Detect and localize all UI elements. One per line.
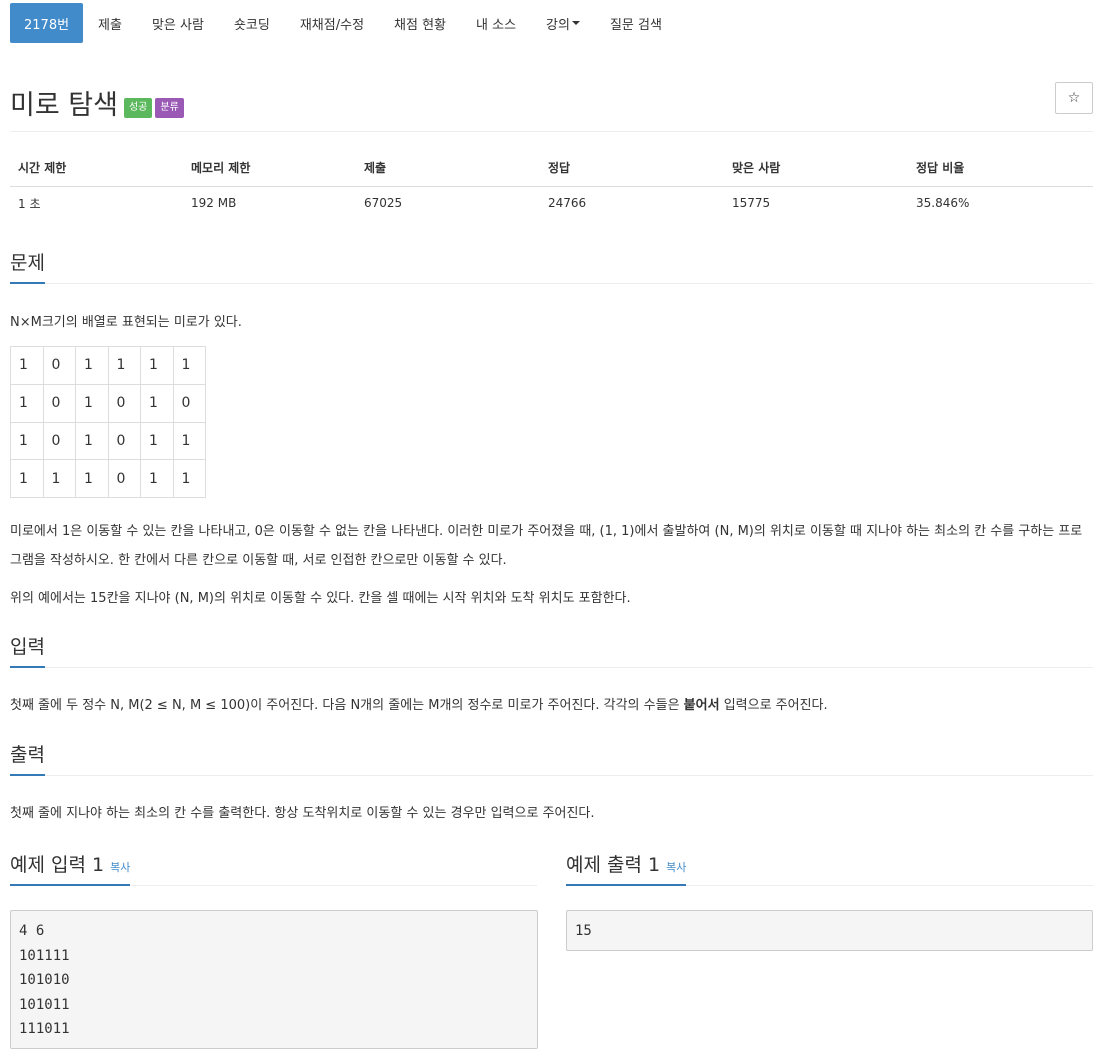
input-text-bold: 붙어서 (683, 698, 720, 713)
maze-cell: 1 (75, 421, 109, 461)
maze-row: 101010 (10, 383, 206, 423)
copy-sample-input-button[interactable]: 복사 (110, 861, 130, 874)
maze-cell: 1 (107, 346, 141, 385)
maze-cell: 0 (107, 459, 141, 498)
problem-menu: 2178번 제출 맞은 사람 숏코딩 재채점/수정 채점 현황 내 소스 강의 … (10, 3, 677, 43)
problem-section-header: 문제 (10, 244, 1093, 284)
maze-cell: 0 (42, 383, 76, 423)
nav-rejudge[interactable]: 재채점/수정 (285, 3, 379, 43)
sample-output-header: 예제 출력 1 복사 (566, 846, 1093, 886)
header-solved-users: 맞은 사람 (724, 150, 908, 187)
maze-cell: 1 (10, 383, 44, 423)
header-accept-ratio: 정답 비율 (908, 150, 1093, 187)
input-text: 입력으로 주어진다. (719, 698, 828, 713)
star-icon: ☆ (1067, 90, 1081, 106)
nav-label: 맞은 사람 (151, 17, 204, 33)
problem-title: 미로 탐색 성공 분류 (10, 83, 184, 122)
section-title: 입력 (10, 632, 45, 668)
input-description: 첫째 줄에 두 정수 N, M(2 ≤ N, M ≤ 100)이 주어진다. 다… (10, 691, 1093, 720)
time-limit-value: 1 초 (18, 196, 41, 211)
nav-label: 2178번 (24, 17, 70, 33)
nav-label: 숏코딩 (233, 17, 270, 33)
nav-my-source[interactable]: 내 소스 (461, 3, 531, 43)
copy-sample-output-button[interactable]: 복사 (666, 861, 686, 874)
maze-example-table: 101111101010101011111011 (10, 346, 206, 498)
maze-row: 101111 (10, 346, 206, 385)
nav-question-search[interactable]: 질문 검색 (595, 3, 677, 43)
maze-cell: 1 (172, 421, 206, 461)
nav-label: 내 소스 (476, 17, 517, 33)
maze-cell: 1 (10, 459, 44, 498)
maze-cell: 1 (75, 346, 109, 385)
maze-cell: 1 (140, 383, 174, 423)
nav-label: 채점 현황 (394, 17, 447, 33)
maze-cell: 1 (10, 421, 44, 461)
maze-cell: 0 (172, 383, 206, 423)
nav-problem-number[interactable]: 2178번 (10, 3, 84, 43)
maze-cell: 0 (42, 346, 76, 385)
maze-cell: 1 (140, 421, 174, 461)
problem-intro: N×M크기의 배열로 표현되는 미로가 있다. (10, 315, 242, 330)
maze-cell: 0 (42, 421, 76, 461)
sample-output-box[interactable]: 15 (566, 910, 1093, 951)
output-section-header: 출력 (10, 736, 1093, 776)
maze-cell: 1 (75, 383, 109, 423)
section-title: 출력 (10, 740, 45, 776)
maze-row: 101011 (10, 421, 206, 461)
sample-input-header: 예제 입력 1 복사 (10, 846, 537, 886)
header-accepted: 정답 (540, 150, 724, 187)
nav-solved-users[interactable]: 맞은 사람 (137, 3, 219, 43)
problem-description: 미로에서 1은 이동할 수 있는 칸을 나타내고, 0은 이동할 수 없는 칸을… (10, 524, 1083, 568)
nav-lecture-dropdown[interactable]: 강의 (531, 3, 595, 43)
sample-input-title: 예제 입력 1 (10, 854, 105, 876)
section-title: 예제 입력 1 복사 (10, 850, 131, 886)
problem-description-example: 위의 예에서는 15칸을 지나야 (N, M)의 위치로 이동할 수 있다. 칸… (10, 591, 631, 606)
nav-label: 질문 검색 (609, 17, 662, 33)
sample-input-box[interactable]: 4 6 101111 101010 101011 111011 (10, 910, 538, 1049)
header-time-limit: 시간 제한 (10, 150, 183, 187)
maze-cell: 1 (42, 459, 76, 498)
header-submissions: 제출 (356, 150, 540, 187)
table-row: 1 초 192 MB 67025 24766 15775 35.846% (10, 186, 1093, 220)
maze-cell: 1 (172, 346, 206, 385)
nav-label: 강의 (546, 17, 570, 33)
maze-cell: 0 (107, 421, 141, 461)
problem-info-table: 시간 제한 메모리 제한 제출 정답 맞은 사람 정답 비율 1 초 192 M… (10, 150, 1093, 220)
output-description: 첫째 줄에 지나야 하는 최소의 칸 수를 출력한다. 항상 도착위치로 이동할… (10, 806, 595, 821)
divider (10, 131, 1093, 132)
problem-title-text: 미로 탐색 (10, 90, 118, 121)
maze-cell: 1 (10, 346, 44, 385)
status-badge-success: 성공 (123, 97, 153, 118)
section-title: 예제 출력 1 복사 (566, 850, 687, 886)
header-memory-limit: 메모리 제한 (183, 150, 356, 187)
maze-cell: 1 (140, 346, 174, 385)
accept-ratio-value: 35.846% (916, 196, 970, 211)
title-row: 미로 탐색 성공 분류 ☆ (10, 80, 1093, 122)
maze-cell: 1 (75, 459, 109, 498)
nav-status[interactable]: 채점 현황 (379, 3, 461, 43)
nav-submit[interactable]: 제출 (83, 3, 137, 43)
nav-short-coding[interactable]: 숏코딩 (219, 3, 285, 43)
sample-output-title: 예제 출력 1 (566, 854, 661, 876)
accepted-value: 24766 (548, 196, 587, 211)
section-title: 문제 (10, 248, 45, 284)
maze-cell: 1 (140, 459, 174, 498)
table-header-row: 시간 제한 메모리 제한 제출 정답 맞은 사람 정답 비율 (10, 150, 1093, 187)
maze-cell: 0 (107, 383, 141, 423)
caret-down-icon (571, 21, 580, 25)
maze-row: 111011 (10, 459, 206, 498)
maze-cell: 1 (172, 459, 206, 498)
input-section-header: 입력 (10, 628, 1093, 668)
input-text: 첫째 줄에 두 정수 N, M(2 ≤ N, M ≤ 100)이 주어진다. 다… (10, 698, 684, 713)
favorite-star-button[interactable]: ☆ (1055, 82, 1093, 114)
nav-label: 재채점/수정 (299, 17, 365, 33)
nav-label: 제출 (98, 17, 122, 33)
solved-users-value: 15775 (732, 196, 771, 211)
memory-limit-value: 192 MB (191, 196, 237, 211)
category-badge[interactable]: 분류 (155, 97, 184, 118)
submissions-value: 67025 (364, 196, 403, 211)
